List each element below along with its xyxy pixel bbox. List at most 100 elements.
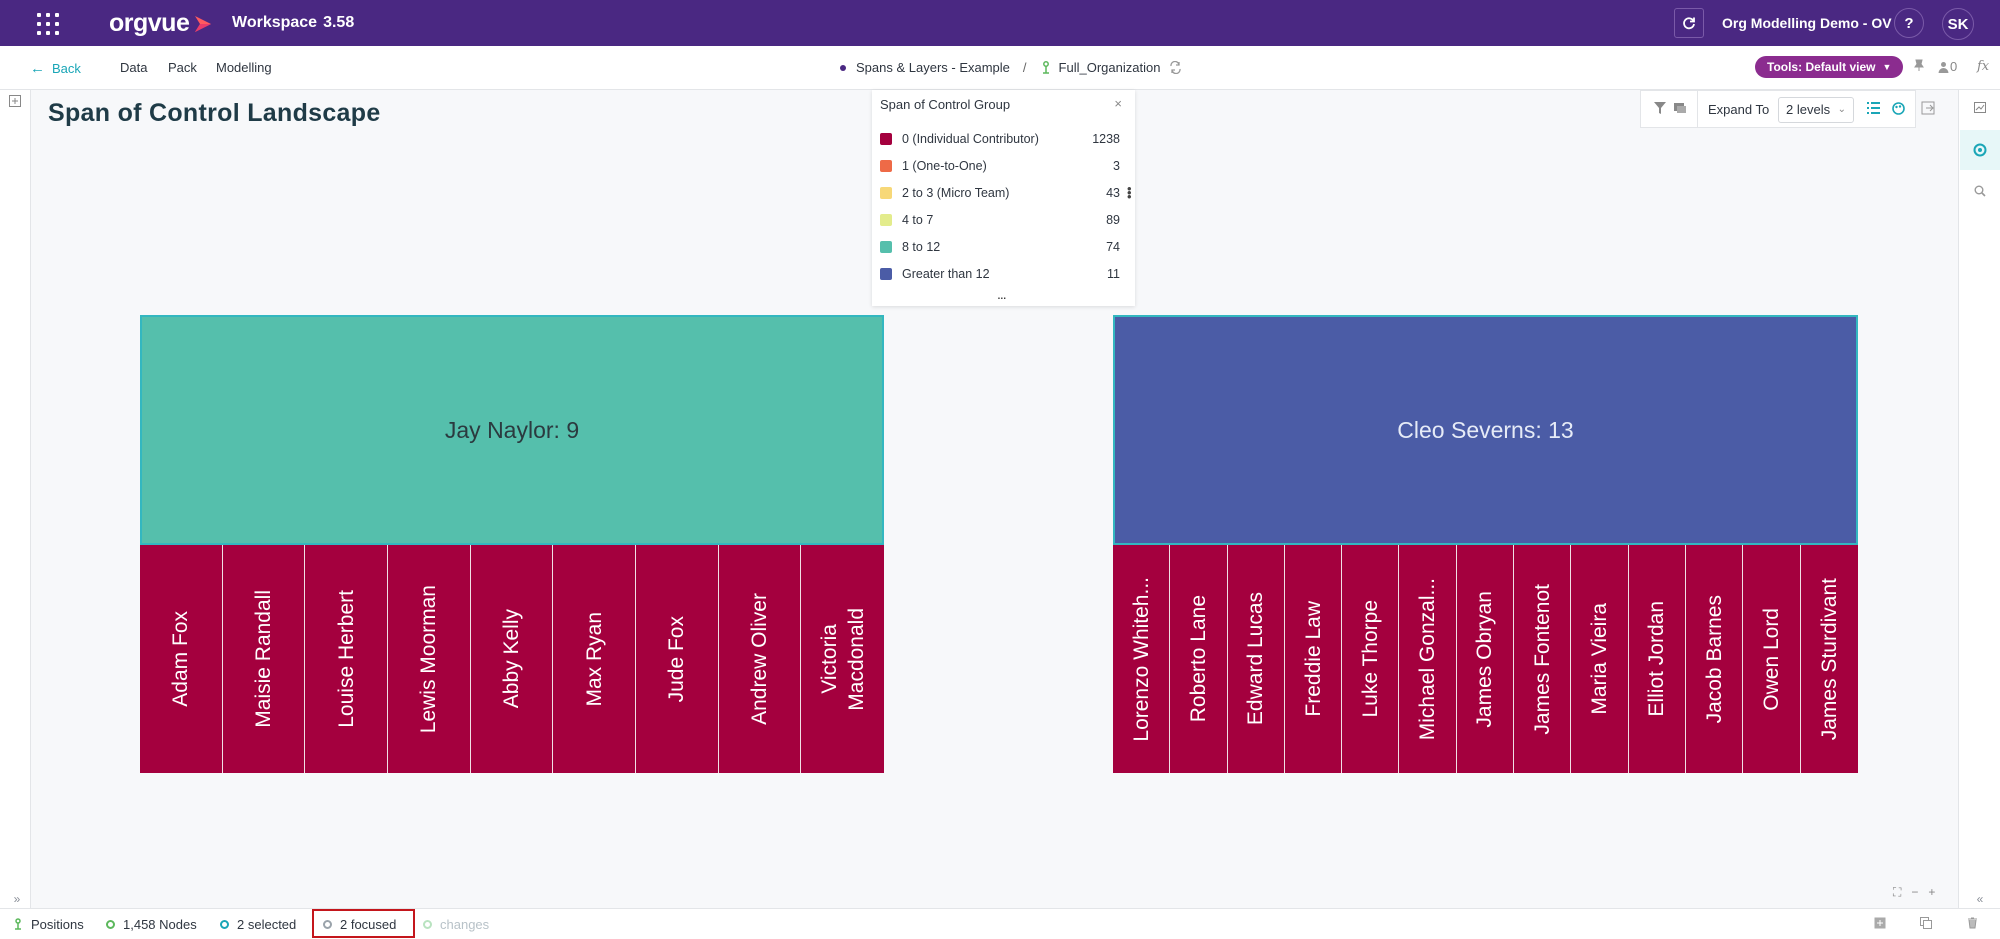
workspace-version: 3.58	[323, 14, 355, 31]
expand-levels-select[interactable]: 2 levels ⌄	[1778, 97, 1854, 123]
report-node[interactable]: Maisie Randall	[222, 545, 306, 773]
zoom-in-icon[interactable]: +	[1928, 885, 1945, 899]
collapse-right-icon[interactable]: «	[1973, 892, 1987, 906]
export-icon[interactable]	[1921, 101, 1935, 115]
hierarchy-icon	[1042, 60, 1049, 74]
report-node[interactable]: Max Ryan	[553, 545, 636, 773]
add-item-icon[interactable]	[1874, 917, 1886, 929]
app-launcher-icon[interactable]	[37, 13, 59, 35]
close-icon[interactable]: ×	[1114, 96, 1122, 111]
user-avatar[interactable]: SK	[1942, 8, 1974, 40]
legend-label: 8 to 12	[902, 240, 941, 254]
zoom-controls: ⛶−+	[1893, 885, 1945, 900]
refresh-button[interactable]	[1674, 8, 1704, 38]
breadcrumb-dataset[interactable]: Spans & Layers - Example	[856, 60, 1010, 75]
users-count[interactable]: 0	[1938, 59, 1957, 74]
positions-status[interactable]: Positions	[13, 917, 84, 932]
legend-popup: Span of Control Group × 0 (Individual Co…	[872, 90, 1135, 306]
workspace-label: Workspace	[232, 14, 318, 31]
legend-item[interactable]: Greater than 12 11	[880, 265, 1120, 283]
direct-reports-group: Adam Fox Maisie Randall Louise Herbert Lewi…	[140, 545, 884, 773]
left-rail: »	[0, 90, 31, 908]
report-node[interactable]: Adam Fox	[140, 545, 223, 773]
report-node[interactable]: Maria Vieira	[1571, 545, 1629, 773]
nav-item-data[interactable]: Data	[120, 60, 147, 75]
toolbar-divider	[1697, 91, 1698, 127]
report-node[interactable]: Victoria Macdonald	[801, 545, 884, 773]
zoom-out-icon[interactable]: −	[1911, 885, 1928, 899]
positions-label: Positions	[31, 917, 84, 932]
report-name: Michael Gonzal...	[1416, 577, 1440, 741]
expand-levels-value: 2 levels	[1786, 102, 1831, 117]
selected-status[interactable]: 2 selected	[220, 917, 296, 932]
legend-count: 11	[1107, 267, 1120, 281]
palette-icon[interactable]	[1891, 102, 1905, 116]
report-node[interactable]: James Obryan	[1456, 545, 1515, 773]
swap-icon[interactable]	[1169, 61, 1182, 74]
changes-status[interactable]: changes	[423, 917, 489, 932]
fit-screen-icon[interactable]: ⛶	[1893, 885, 1911, 899]
image-panel-icon[interactable]	[1973, 102, 1987, 116]
report-node[interactable]: Luke Thorpe	[1342, 545, 1400, 773]
search-icon[interactable]	[1973, 185, 1987, 199]
legend-item[interactable]: 2 to 3 (Micro Team) 43	[880, 184, 1120, 202]
orgvue-logo[interactable]: orgvue	[109, 9, 215, 38]
add-panel-icon[interactable]	[8, 95, 22, 109]
focused-status[interactable]: 2 focused	[323, 917, 396, 932]
report-name: Max Ryan	[582, 611, 606, 707]
back-button[interactable]: ← Back	[30, 60, 81, 77]
report-node[interactable]: Owen Lord	[1743, 545, 1801, 773]
report-node[interactable]: Michael Gonzal...	[1399, 545, 1457, 773]
manager-node-cleo-severns[interactable]: Cleo Severns: 13	[1113, 315, 1858, 545]
organization-name[interactable]: Org Modelling Demo - OV	[1722, 15, 1892, 31]
report-node[interactable]: Edward Lucas	[1227, 545, 1285, 773]
tools-view-dropdown[interactable]: Tools: Default view ▼	[1755, 56, 1904, 78]
nav-item-modelling[interactable]: Modelling	[216, 60, 272, 75]
more-options-icon[interactable]: • • •	[1127, 182, 1133, 203]
report-node[interactable]: Elliot Jordan	[1628, 545, 1686, 773]
formula-icon[interactable]: fx	[1977, 59, 1989, 74]
nav-item-pack[interactable]: Pack	[168, 60, 197, 75]
legend-swatch	[880, 187, 892, 199]
report-node[interactable]: Abby Kelly	[470, 545, 554, 773]
legend-item[interactable]: 0 (Individual Contributor) 1238	[880, 130, 1120, 148]
report-node[interactable]: Lorenzo Whiteh...	[1113, 545, 1171, 773]
selected-label: 2 selected	[237, 917, 297, 932]
nodes-status[interactable]: 1,458 Nodes	[106, 917, 197, 932]
page-title: Span of Control Landscape	[48, 99, 381, 127]
report-node[interactable]: Louise Herbert	[305, 545, 388, 773]
manager-label: Jay Naylor: 9	[444, 416, 580, 443]
report-name: James Fontenot	[1530, 583, 1554, 735]
legend-item[interactable]: 4 to 7 89	[880, 211, 1120, 229]
legend-item[interactable]: 1 (One-to-One) 3	[880, 157, 1120, 175]
nodes-label: 1,458 Nodes	[123, 917, 197, 932]
delete-icon[interactable]	[1967, 917, 1978, 929]
legend-item[interactable]: 8 to 12 74	[880, 238, 1120, 256]
legend-more-handle[interactable]: ...	[997, 286, 1007, 302]
report-node[interactable]: James Fontenot	[1514, 545, 1572, 773]
report-node[interactable]: James Sturdivant	[1800, 545, 1858, 773]
legend-count: 3	[1113, 159, 1120, 173]
help-button[interactable]: ?	[1894, 8, 1924, 38]
report-name: Elliot Jordan	[1645, 601, 1669, 717]
comment-icon[interactable]	[1673, 102, 1687, 116]
report-node[interactable]: Jacob Barnes	[1685, 545, 1744, 773]
expand-left-icon[interactable]: »	[10, 892, 24, 906]
display-settings-tab[interactable]	[1960, 130, 2000, 170]
report-node[interactable]: Roberto Lane	[1170, 545, 1228, 773]
report-node[interactable]: Freddie Law	[1284, 545, 1343, 773]
copy-icon[interactable]	[1920, 917, 1932, 929]
nodes-icon	[106, 920, 115, 929]
pin-icon[interactable]	[1914, 59, 1924, 75]
list-view-icon[interactable]	[1866, 102, 1880, 116]
nav-bar: ← Back Data Pack Modelling Spans & Layer…	[0, 46, 2000, 90]
filter-icon[interactable]	[1653, 102, 1667, 116]
manager-node-jay-naylor[interactable]: Jay Naylor: 9	[140, 315, 884, 545]
legend-swatch	[880, 268, 892, 280]
breadcrumb-hierarchy[interactable]: Full_Organization	[1059, 60, 1161, 75]
report-node[interactable]: Lewis Moorman	[387, 545, 471, 773]
legend-count: 89	[1106, 213, 1120, 227]
report-node[interactable]: Andrew Oliver	[718, 545, 802, 773]
workspace-title[interactable]: Workspace 3.58	[232, 14, 354, 32]
report-node[interactable]: Jude Fox	[635, 545, 719, 773]
